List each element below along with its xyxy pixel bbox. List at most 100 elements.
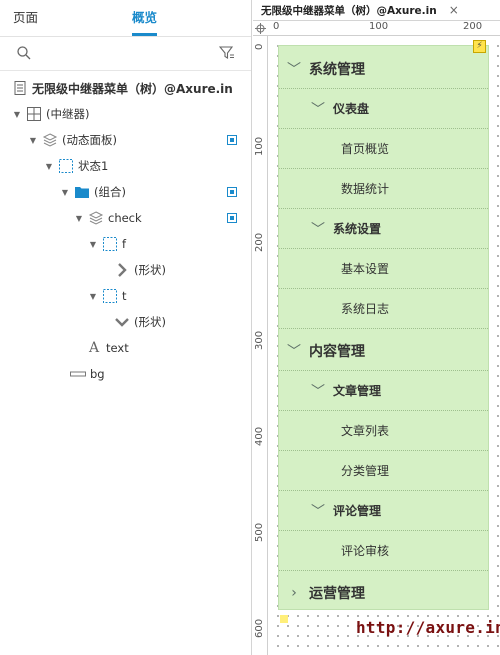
chevron-right-shape-icon xyxy=(118,263,127,277)
menu-item-label: 系统管理 xyxy=(309,61,365,78)
watermark-text: http://axure.in xyxy=(356,618,500,637)
collapse-caret-icon[interactable]: ▼ xyxy=(74,214,84,223)
ruler-label: 200 xyxy=(463,21,483,32)
visibility-toggle[interactable] xyxy=(227,213,237,223)
menu-item-operations[interactable]: › 运营管理 xyxy=(279,573,488,613)
menu-item-label: 仪表盘 xyxy=(333,102,370,116)
menu-item-system[interactable]: ﹀ 系统管理 xyxy=(279,49,488,89)
document-tab[interactable]: 无限级中继器菜单（树）@Axure.in × xyxy=(253,0,500,21)
outline-item-state[interactable]: ▼ 状态1 xyxy=(0,153,251,179)
menu-item-basic-settings[interactable]: 基本设置 xyxy=(279,249,488,289)
repeater-icon xyxy=(27,107,41,121)
chevron-down-icon: ﹀ xyxy=(287,61,301,78)
search-icon[interactable] xyxy=(16,45,32,61)
menu-item-label: 首页概览 xyxy=(341,142,390,156)
collapse-caret-icon[interactable]: ▼ xyxy=(44,162,54,171)
tree-menu: ﹀ 系统管理 ﹀ 仪表盘 首页概览 数据统计 ﹀ 系统设置 基本设置 系统日志 … xyxy=(278,45,489,610)
collapse-caret-icon[interactable]: ▼ xyxy=(28,136,38,145)
menu-item-category-management[interactable]: 分类管理 xyxy=(279,451,488,491)
outline-panel: 页面 概览 无限级中继器菜单（树）@Axure.in ▼ (中继器) ▼ (动态… xyxy=(0,0,252,655)
state-icon xyxy=(103,237,117,251)
outline-item-bg[interactable]: bg xyxy=(0,361,251,387)
menu-item-article-management[interactable]: ﹀ 文章管理 xyxy=(279,371,488,411)
menu-item-comment-management[interactable]: ﹀ 评论管理 xyxy=(279,491,488,531)
menu-item-label: 评论审核 xyxy=(341,544,390,558)
interaction-bolt-icon[interactable]: ⚡ xyxy=(473,40,486,53)
outline-item-shape[interactable]: (形状) xyxy=(0,309,251,335)
dynamic-panel-icon xyxy=(88,211,104,225)
menu-item-system-settings[interactable]: ﹀ 系统设置 xyxy=(279,209,488,249)
tab-outline[interactable]: 概览 xyxy=(132,0,157,36)
outline-item-label: text xyxy=(106,341,129,355)
collapse-caret-icon[interactable]: ▼ xyxy=(88,240,98,249)
folder-icon xyxy=(75,187,89,198)
state-icon xyxy=(59,159,73,173)
outline-item-label: (中继器) xyxy=(46,107,90,121)
menu-item-home-overview[interactable]: 首页概览 xyxy=(279,129,488,169)
state-icon xyxy=(103,289,117,303)
outline-item-state-f[interactable]: ▼ f xyxy=(0,231,251,257)
menu-item-label: 文章列表 xyxy=(341,424,390,438)
menu-item-label: 基本设置 xyxy=(341,262,390,276)
outline-item-state-t[interactable]: ▼ t xyxy=(0,283,251,309)
menu-item-label: 评论管理 xyxy=(333,504,382,518)
chevron-down-icon: ﹀ xyxy=(287,343,301,360)
menu-item-label: 运营管理 xyxy=(309,586,365,602)
collapse-caret-icon[interactable]: ▼ xyxy=(12,110,22,119)
chevron-down-shape-icon xyxy=(115,318,129,327)
chevron-down-icon: ﹀ xyxy=(311,503,325,520)
outline-item-label: t xyxy=(122,289,127,303)
outline-item-shape[interactable]: (形状) xyxy=(0,257,251,283)
chevron-right-icon: › xyxy=(291,585,297,601)
outline-item-label: (形状) xyxy=(134,315,166,329)
menu-item-label: 数据统计 xyxy=(341,182,390,196)
crosshair-icon xyxy=(255,23,266,34)
outline-item-repeater[interactable]: ▼ (中继器) xyxy=(0,101,251,127)
visibility-toggle[interactable] xyxy=(227,187,237,197)
collapse-caret-icon[interactable]: ▼ xyxy=(60,188,70,197)
horizontal-ruler: 0 100 200 xyxy=(253,21,500,36)
ruler-label: 200 xyxy=(254,232,265,252)
outline-item-label: bg xyxy=(90,367,105,381)
search-row xyxy=(0,37,251,70)
outline-item-group[interactable]: ▼ (组合) xyxy=(0,179,251,205)
ruler-label: 100 xyxy=(369,21,389,32)
collapse-caret-icon[interactable]: ▼ xyxy=(88,292,98,301)
outline-item-check[interactable]: ▼ check xyxy=(0,205,251,231)
visibility-toggle[interactable] xyxy=(227,135,237,145)
menu-item-label: 系统设置 xyxy=(333,222,382,236)
outline-item-label: f xyxy=(122,237,127,251)
outline-item-page[interactable]: 无限级中继器菜单（树）@Axure.in xyxy=(0,75,251,101)
outline-item-dynamic-panel[interactable]: ▼ (动态面板) xyxy=(0,127,251,153)
close-icon[interactable]: × xyxy=(449,3,459,17)
dynamic-panel-icon xyxy=(42,133,58,147)
page-icon xyxy=(14,81,26,95)
menu-item-label: 分类管理 xyxy=(341,464,390,478)
text-icon: A xyxy=(88,340,100,356)
menu-item-label: 内容管理 xyxy=(309,343,365,360)
document-tab-title: 无限级中继器菜单（树）@Axure.in xyxy=(261,4,437,17)
ruler-label: 100 xyxy=(254,136,265,156)
menu-item-data-stats[interactable]: 数据统计 xyxy=(279,169,488,209)
outline-item-label: check xyxy=(108,211,142,225)
outline-item-label: (动态面板) xyxy=(62,133,117,147)
menu-item-system-log[interactable]: 系统日志 xyxy=(279,289,488,329)
ruler-label: 300 xyxy=(254,330,265,350)
outline-item-label: 无限级中继器菜单（树）@Axure.in xyxy=(32,81,233,96)
outline-item-text[interactable]: A text xyxy=(0,335,251,361)
ruler-label: 500 xyxy=(254,522,265,542)
chevron-down-icon: ﹀ xyxy=(311,383,325,400)
menu-item-content[interactable]: ﹀ 内容管理 xyxy=(279,331,488,371)
rectangle-icon xyxy=(70,371,86,377)
ruler-label: 0 xyxy=(273,21,280,32)
tab-pages[interactable]: 页面 xyxy=(13,0,38,36)
filter-icon[interactable] xyxy=(219,45,235,61)
menu-item-article-list[interactable]: 文章列表 xyxy=(279,411,488,451)
selection-handle[interactable] xyxy=(280,615,288,623)
menu-item-dashboard[interactable]: ﹀ 仪表盘 xyxy=(279,89,488,129)
chevron-down-icon: ﹀ xyxy=(311,101,325,118)
outline-item-label: (组合) xyxy=(94,185,126,199)
menu-item-comment-review[interactable]: 评论审核 xyxy=(279,531,488,571)
outline-item-label: 状态1 xyxy=(78,159,109,173)
panel-tabs: 页面 概览 xyxy=(0,0,251,37)
